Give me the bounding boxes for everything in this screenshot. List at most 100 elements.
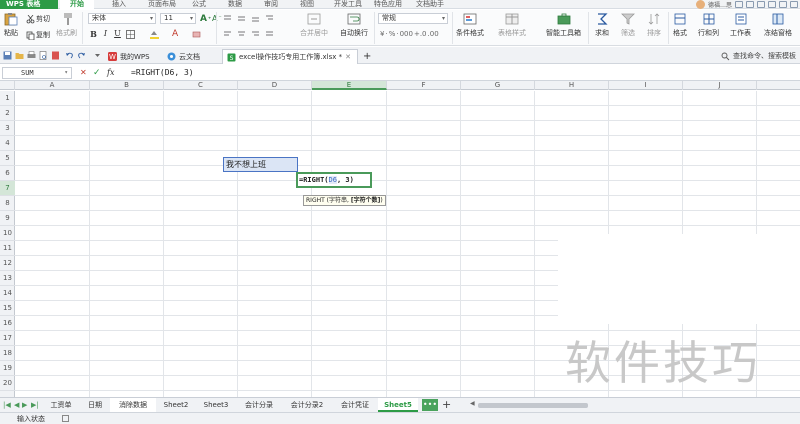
sheet-tab[interactable]: Sheet2 <box>156 398 196 412</box>
cell-e7-editing[interactable]: =RIGHT(D6, 3) <box>296 172 372 188</box>
number-format-buttons[interactable]: ¥ ·% · 000 +.0.00 <box>380 30 439 38</box>
align-top-icons[interactable] <box>222 14 282 23</box>
scroll-left-icon[interactable]: ◀ <box>470 400 475 407</box>
status-icon[interactable] <box>62 415 69 422</box>
tab-review[interactable]: 审阅 <box>264 0 278 9</box>
column-header-i[interactable]: I <box>609 81 683 90</box>
maximize-icon[interactable] <box>779 1 787 8</box>
italic-button[interactable]: I <box>101 29 110 39</box>
first-sheet-icon[interactable]: |◀ <box>3 401 11 409</box>
sheet-tab[interactable]: Sheet3 <box>196 398 236 412</box>
confirm-formula-button[interactable]: ✓ <box>93 68 101 78</box>
filter-button[interactable]: 筛选 <box>620 12 636 38</box>
chevron-down-icon[interactable] <box>93 51 102 60</box>
font-size-select[interactable]: 11 ▾ <box>160 13 196 24</box>
sum-button[interactable]: 求和 <box>594 12 610 38</box>
format-button[interactable]: 格式 <box>672 12 688 38</box>
merge-center-button[interactable]: 合并居中 <box>300 12 328 38</box>
column-header-k[interactable] <box>757 81 800 90</box>
row-header[interactable]: 6 <box>0 166 15 181</box>
export-pdf-icon[interactable] <box>51 51 60 60</box>
tab-doc-assistant[interactable]: 文档助手 <box>416 0 444 9</box>
doc-tab-my-wps[interactable]: W 我的WPS <box>104 49 154 64</box>
cut-button[interactable]: 剪切 <box>26 14 50 24</box>
sheet-tab[interactable]: 日期 <box>80 398 110 412</box>
smart-toolbox-button[interactable]: 智能工具箱 <box>546 12 581 38</box>
row-header[interactable]: 7 <box>0 181 15 196</box>
column-header-c[interactable]: C <box>164 81 238 90</box>
cancel-formula-button[interactable]: ✕ <box>80 68 87 78</box>
font-name-select[interactable]: 宋体 ▾ <box>88 13 156 24</box>
row-header[interactable]: 18 <box>0 346 15 361</box>
cell-d6[interactable]: 我不想上班 <box>223 157 298 172</box>
row-header[interactable]: 14 <box>0 286 15 301</box>
column-header-a[interactable]: A <box>15 81 90 90</box>
row-header[interactable]: 9 <box>0 211 15 226</box>
select-all-corner[interactable] <box>0 81 15 90</box>
auto-wrap-button[interactable]: 自动换行 <box>340 12 368 38</box>
help-icon[interactable] <box>757 1 765 8</box>
bold-button[interactable]: B <box>89 29 98 39</box>
worksheet-button[interactable]: 工作表 <box>730 12 751 38</box>
avatar[interactable] <box>695 0 705 9</box>
column-header-b[interactable]: B <box>90 81 164 90</box>
row-header[interactable]: 20 <box>0 376 15 391</box>
print-icon[interactable] <box>27 51 36 60</box>
last-sheet-icon[interactable]: ▶| <box>31 401 39 409</box>
tab-insert[interactable]: 插入 <box>112 0 126 9</box>
number-format-select[interactable]: 常规 ▾ <box>378 13 448 24</box>
conditional-format-button[interactable]: 条件格式 <box>456 12 484 38</box>
more-sheets-button[interactable]: ••• <box>422 399 438 411</box>
fill-color-icon[interactable] <box>150 30 159 39</box>
sheet-tab[interactable]: 会计凭证 <box>332 398 378 412</box>
row-header[interactable]: 2 <box>0 106 15 121</box>
open-folder-icon[interactable] <box>15 51 24 60</box>
app-menu-button[interactable]: WPS 表格 <box>0 0 58 9</box>
next-sheet-icon[interactable]: ▶ <box>22 401 27 409</box>
column-header-d[interactable]: D <box>238 81 312 90</box>
format-painter-button[interactable]: 格式刷 <box>56 12 77 38</box>
row-header[interactable]: 11 <box>0 241 15 256</box>
redo-icon[interactable] <box>77 51 86 60</box>
window-layout-icon[interactable] <box>735 1 743 8</box>
sheet-tab[interactable]: 消除数据 <box>110 398 156 412</box>
sheet-tab[interactable]: 工资单 <box>42 398 80 412</box>
underline-button[interactable]: U <box>113 29 122 39</box>
add-sheet-button[interactable]: + <box>442 398 451 412</box>
command-search[interactable]: 查找命令、搜索模板 <box>721 51 796 61</box>
column-header-g[interactable]: G <box>461 81 535 90</box>
row-header[interactable]: 19 <box>0 361 15 376</box>
print-preview-icon[interactable] <box>39 51 48 60</box>
formula-input[interactable]: =RIGHT(D6, 3) <box>131 67 797 79</box>
save-icon[interactable] <box>3 51 12 60</box>
row-header[interactable]: 15 <box>0 301 15 316</box>
doc-tab-cloud[interactable]: 云文档 <box>163 49 204 64</box>
prev-sheet-icon[interactable]: ◀ <box>14 401 19 409</box>
close-icon[interactable]: ✕ <box>345 50 351 64</box>
horizontal-scrollbar[interactable]: ◀ <box>470 400 800 409</box>
tab-home[interactable]: 开始 <box>60 0 94 9</box>
copy-button[interactable]: 复制 <box>26 30 50 40</box>
border-icon[interactable] <box>126 30 135 39</box>
row-header[interactable]: 8 <box>0 196 15 211</box>
insert-function-button[interactable]: fx <box>107 68 114 78</box>
row-header[interactable]: 12 <box>0 256 15 271</box>
row-header[interactable]: 10 <box>0 226 15 241</box>
grow-font-button[interactable]: A ⁺ <box>200 14 211 24</box>
row-header[interactable]: 1 <box>0 91 15 106</box>
tab-view[interactable]: 视图 <box>300 0 314 9</box>
align-horizontal-icons[interactable] <box>222 30 282 39</box>
row-col-button[interactable]: 行和列 <box>698 12 719 38</box>
column-header-h[interactable]: H <box>535 81 609 90</box>
paste-button[interactable]: 粘贴 <box>3 12 19 38</box>
user-name[interactable]: 德福…思 <box>708 0 732 9</box>
name-box[interactable]: SUM ▾ <box>2 67 72 79</box>
doc-tab-workbook[interactable]: S excel操作技巧专用工作簿.xlsx * ✕ <box>222 49 358 64</box>
close-icon[interactable] <box>790 1 798 8</box>
row-header[interactable]: 13 <box>0 271 15 286</box>
font-color-button[interactable]: A <box>172 29 178 39</box>
row-header[interactable]: 5 <box>0 151 15 166</box>
scrollbar-thumb[interactable] <box>478 403 588 408</box>
skin-icon[interactable] <box>746 1 754 8</box>
sheet-tab-active[interactable]: Sheet5 <box>378 398 418 412</box>
